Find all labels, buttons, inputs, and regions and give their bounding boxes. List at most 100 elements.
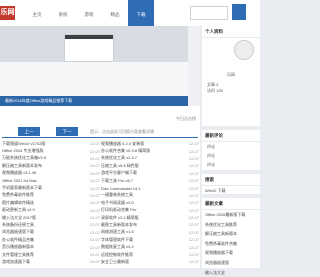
list-item-title[interactable]: 录屏软件 v2.2 精简版	[101, 215, 187, 221]
list-item[interactable]: 图片编辑软件精选 12-07	[2, 199, 100, 206]
list-item-title[interactable]: 下载频道Win10 v1702版	[2, 141, 88, 147]
list-item[interactable]: 远程控制软件推荐 12-07	[101, 251, 199, 258]
banner-caption[interactable]: 最新2016年度Office游戏精品推荐下载	[0, 96, 188, 106]
nav-item[interactable]: 游戏	[76, 0, 102, 26]
sidebar-link[interactable]: 系统优化工具推荐	[202, 220, 260, 230]
list-item[interactable]: 一键重装系统工具 12-07	[101, 192, 199, 199]
list-item-title[interactable]: 浏览器极速版下载	[2, 229, 88, 235]
search-button[interactable]	[232, 4, 246, 20]
list-item-title[interactable]: 驱动更新工具 v2.0	[2, 207, 88, 213]
list-item-title[interactable]: 下载工具 Pro v6.7	[101, 178, 187, 184]
list-item[interactable]: 办公软件精品合集 12-07	[2, 236, 100, 243]
stat-item: 访问 12K	[207, 88, 224, 93]
list-item-title[interactable]: Office 2016 专业增强版	[2, 148, 88, 154]
list-item-title[interactable]: 压缩工具 v5.6 绿色版	[101, 163, 187, 169]
list-item-title[interactable]: 图片编辑软件精选	[2, 200, 88, 206]
search-card-title: 搜索	[202, 174, 260, 186]
list-item[interactable]: 截图工具新版本发布 12-07	[101, 221, 199, 228]
list-item-title[interactable]: 安全卫士最新版	[101, 259, 187, 265]
list-item[interactable]: 浏览器极速版下载 12-07	[2, 229, 100, 236]
list-item[interactable]: 下载频道Win10 v1702版 12-07	[2, 140, 100, 147]
list-item-title[interactable]: 免费杀毒软件推荐	[2, 192, 88, 198]
list-item[interactable]: 解压缩工具新版本发布 12-07	[2, 162, 100, 169]
comment-item[interactable]: 评论	[202, 142, 260, 151]
list-item[interactable]: 文件管理工具推荐 12-07	[2, 251, 100, 258]
tab-prev[interactable]: 上一	[18, 127, 40, 136]
list-item[interactable]: 打印机驱动合集 Pro 12-07	[101, 207, 199, 214]
list-item-title[interactable]: 办公软件合集 v5.3.8 精简版	[101, 148, 187, 154]
list-item[interactable]: 安全卫士最新版 12-07	[101, 258, 199, 265]
search-input[interactable]	[190, 6, 228, 20]
list-item[interactable]: 系统优化工具 v2.4.7 12-07	[101, 155, 199, 162]
list-item-title[interactable]: 手机管家最新版本下载	[2, 185, 88, 191]
list-item-title[interactable]: 视频播放器 5.2.4 安装版	[101, 141, 187, 147]
list-item-title[interactable]: 远程控制软件推荐	[101, 252, 187, 258]
profile-title: 个人资料	[202, 26, 260, 38]
list-item[interactable]: 录屏软件 v2.2 精简版 12-07	[101, 214, 199, 221]
list-item[interactable]: 数据恢复工具 v4.2 12-07	[101, 243, 199, 250]
list-item[interactable]: Disc Commander v3.1 12-07	[101, 184, 199, 191]
list-item[interactable]: 音乐播放器新版本 12-07	[2, 243, 100, 250]
search-keyword[interactable]: Win10 下载	[202, 186, 260, 195]
list-item-title[interactable]: 视频播放器 v3.1.45	[2, 170, 88, 176]
list-item-title[interactable]: 一键重装系统工具	[101, 192, 187, 198]
list-item[interactable]: Office 2016 专业增强版 12-07	[2, 147, 100, 154]
list-item[interactable]: 字体管理软件下载 12-07	[101, 236, 199, 243]
list-item-title[interactable]: 游戏平台客户端下载	[101, 170, 187, 176]
list-item-title[interactable]: 解压缩工具新版本发布	[2, 163, 88, 169]
list-item[interactable]: 办公软件合集 v5.3.8 精简版 12-07	[101, 147, 199, 154]
sidebar-link[interactable]: 浏览器极速版	[202, 258, 260, 268]
banner[interactable]: 最新2016年度Office游戏精品推荐下载	[0, 26, 188, 106]
list-item-title[interactable]: Office 2021 for Mac	[2, 178, 88, 183]
tab-next[interactable]: 下一	[56, 127, 78, 136]
list-item-title[interactable]: Disc Commander v3.1	[101, 186, 187, 191]
comment-item[interactable]: 评论	[202, 160, 260, 169]
banner-scrollbar[interactable]	[188, 26, 200, 106]
list-item-title[interactable]: 电子书阅读器 v3.0	[101, 200, 187, 206]
list-item-title[interactable]: 打印机驱动合集 Pro	[101, 207, 187, 213]
list-item-title[interactable]: 网络测速工具 v1.5	[101, 229, 187, 235]
list-item-title[interactable]: 数据恢复工具 v4.2	[101, 244, 187, 250]
list-item[interactable]: 网络测速工具 v1.5 12-07	[101, 229, 199, 236]
comment-item[interactable]: 评论	[202, 151, 260, 160]
list-item-title[interactable]: 万能系统优化工具箱V2.0	[2, 155, 88, 161]
list-item[interactable]: 驱动更新工具 v2.0 12-07	[2, 207, 100, 214]
list-item-title[interactable]: 系统备份还原工具	[2, 222, 88, 228]
site-logo[interactable]: 乐网	[0, 6, 15, 20]
list-item[interactable]: 游戏加速器下载 12-07	[2, 258, 100, 265]
list-item-title[interactable]: 游戏加速器下载	[2, 259, 88, 265]
list-item[interactable]: 万能系统优化工具箱V2.0 12-07	[2, 155, 100, 162]
nav-item-active[interactable]: 下载	[128, 0, 154, 26]
list-item-title[interactable]: 文件管理工具推荐	[2, 252, 88, 258]
list-item-title[interactable]: 系统优化工具 v2.4.7	[101, 155, 187, 161]
list-item-title[interactable]: 截图工具新版本发布	[101, 222, 187, 228]
list-item-title[interactable]: 音乐播放器新版本	[2, 244, 88, 250]
sidebar-link[interactable]: 输入法大全	[202, 268, 260, 277]
sidebar-link[interactable]: 视频播放器下载	[202, 248, 260, 258]
nav-item[interactable]: 系统	[50, 0, 76, 26]
sidebar-link[interactable]: 解压缩工具新版本	[202, 229, 260, 239]
list-item[interactable]: 游戏平台客户端下载 12-07	[101, 170, 199, 177]
list-item[interactable]: 系统备份还原工具 12-07	[2, 221, 100, 228]
list-item[interactable]: 免费杀毒软件推荐 12-07	[2, 192, 100, 199]
list-item-title[interactable]: 办公软件精品合集	[2, 237, 88, 243]
list-item-title[interactable]: 字体管理软件下载	[101, 237, 187, 243]
list-item[interactable]: Office 2021 for Mac 12-07	[2, 177, 100, 184]
sidebar-link[interactable]: 免费杀毒软件合集	[202, 239, 260, 249]
sidebar-link[interactable]: Office 2016最新版下载	[202, 210, 260, 220]
list-item[interactable]: 视频播放器 v3.1.45 12-07	[2, 170, 100, 177]
list-item[interactable]: 输入法大全 2017版 12-07	[2, 214, 100, 221]
list-item-title[interactable]: 输入法大全 2017版	[2, 215, 88, 221]
list-item[interactable]: 下载工具 Pro v6.7 12-07	[101, 177, 199, 184]
list-item[interactable]: 手机管家最新版本下载 12-07	[2, 184, 100, 191]
avatar[interactable]	[234, 40, 254, 60]
list-item[interactable]: 电子书阅读器 v3.0 12-07	[101, 199, 199, 206]
list-item[interactable]: 压缩工具 v5.6 绿色版 12-07	[101, 162, 199, 169]
list-item-date: 12-07	[188, 148, 199, 154]
list-item-date: 12-07	[89, 222, 100, 228]
nav-item[interactable]: 主页	[24, 0, 50, 26]
list-item[interactable]: 视频播放器 5.2.4 安装版 12-07	[101, 140, 199, 147]
list-item-date: 12-07	[89, 155, 100, 161]
list-item-date: 12-07	[89, 163, 100, 169]
nav-item[interactable]: 精品	[102, 0, 128, 26]
